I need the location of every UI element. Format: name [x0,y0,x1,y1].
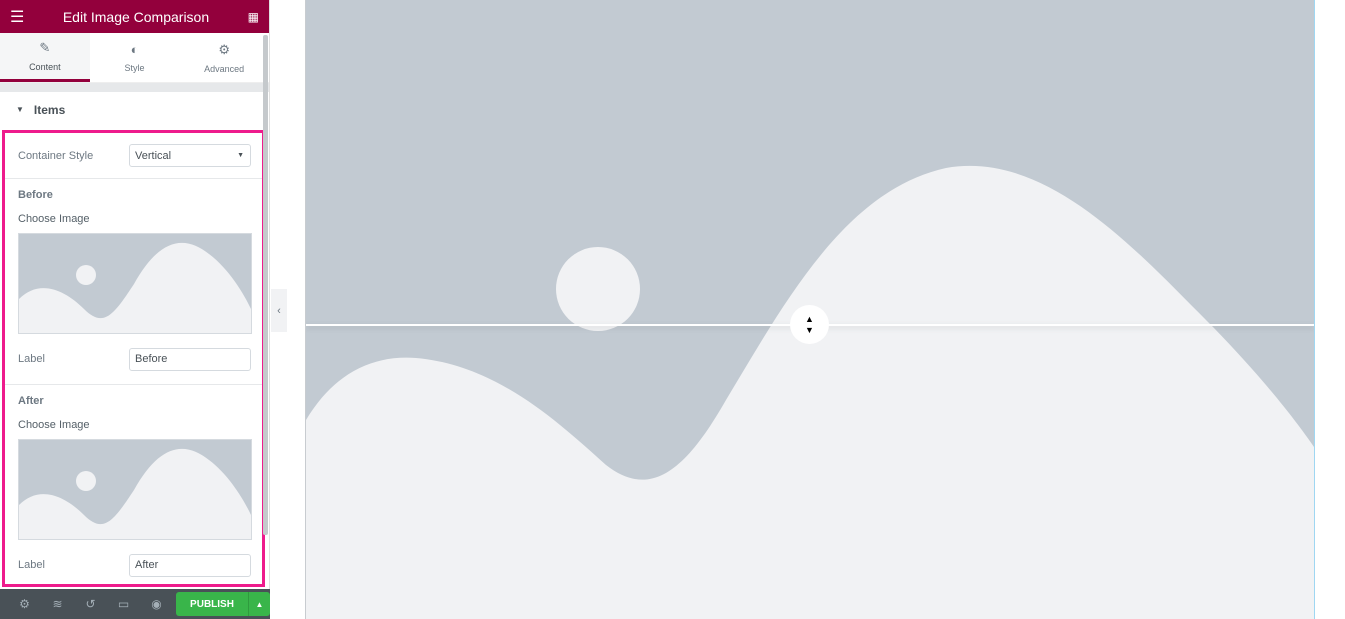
history-icon[interactable]: ↺ [74,597,107,611]
after-choose-image-label: Choose Image [18,419,90,431]
container-style-label: Container Style [18,149,94,162]
input-value: Before [135,353,168,365]
layers-icon[interactable]: ≋ [41,597,74,611]
before-image-picker[interactable] [18,233,252,334]
image-comparison-preview[interactable]: ▲ ▼ [305,0,1315,619]
panel-header: ☰ Edit Image Comparison ▦ [0,0,269,33]
before-label-input[interactable]: Before [129,347,251,371]
grid-icon[interactable]: ▦ [248,10,259,24]
comparison-drag-handle[interactable]: ▲ ▼ [790,305,829,344]
arrow-up-icon: ▲ [805,313,814,324]
caret-down-icon: ▼ [16,105,24,114]
panel-title: Edit Image Comparison [62,8,210,25]
container-style-row: Container Style Vertical ▼ [5,133,262,178]
image-placeholder-icon [19,234,251,333]
before-choose-image-label: Choose Image [18,213,90,225]
tab-style[interactable]: ◐ Style [90,33,180,82]
editor-panel: ☰ Edit Image Comparison ▦ ✎ Content ◐ Styl… [0,0,270,619]
arrow-down-icon: ▼ [805,324,814,335]
panel-scrollbar[interactable] [263,35,268,535]
before-heading: Before [18,189,53,201]
collapse-panel-button[interactable]: ‹ [271,289,287,332]
chevron-left-icon: ‹ [277,304,281,317]
tab-advanced[interactable]: ⚙ Advanced [179,33,269,82]
preview-eye-icon[interactable]: ◉ [140,597,173,611]
input-value: After [135,559,159,571]
after-heading: After [18,395,44,407]
items-controls: Container Style Vertical ▼ Before Choose … [2,130,265,587]
gear-icon: ⚙ [218,41,230,57]
publish-button[interactable]: PUBLISH [176,592,248,616]
select-value: Vertical [135,149,172,162]
after-image-picker[interactable] [18,439,252,540]
responsive-icon[interactable]: ▭ [107,597,140,611]
tab-label: Content [29,62,61,72]
hamburger-icon[interactable]: ☰ [10,7,24,27]
pencil-icon: ✎ [39,40,51,55]
container-style-select[interactable]: Vertical ▼ [129,144,251,167]
tab-content[interactable]: ✎ Content [0,33,90,82]
tab-label: Style [124,63,145,73]
after-label-input[interactable]: After [129,553,251,577]
before-label-label: Label [18,353,45,365]
contrast-icon: ◐ [130,42,139,57]
panel-footer: ⚙ ≋ ↺ ▭ ◉ PUBLISH ▲ [0,589,270,619]
chevron-down-icon: ▼ [237,152,244,159]
section-items-toggle[interactable]: ▼ Items [0,92,269,127]
settings-icon[interactable]: ⚙ [8,597,41,611]
section-title: Items [33,102,66,117]
publish-options-button[interactable]: ▲ [248,592,270,616]
after-label-label: Label [18,559,45,571]
image-placeholder-icon [19,440,251,539]
tab-label: Advanced [204,63,245,74]
